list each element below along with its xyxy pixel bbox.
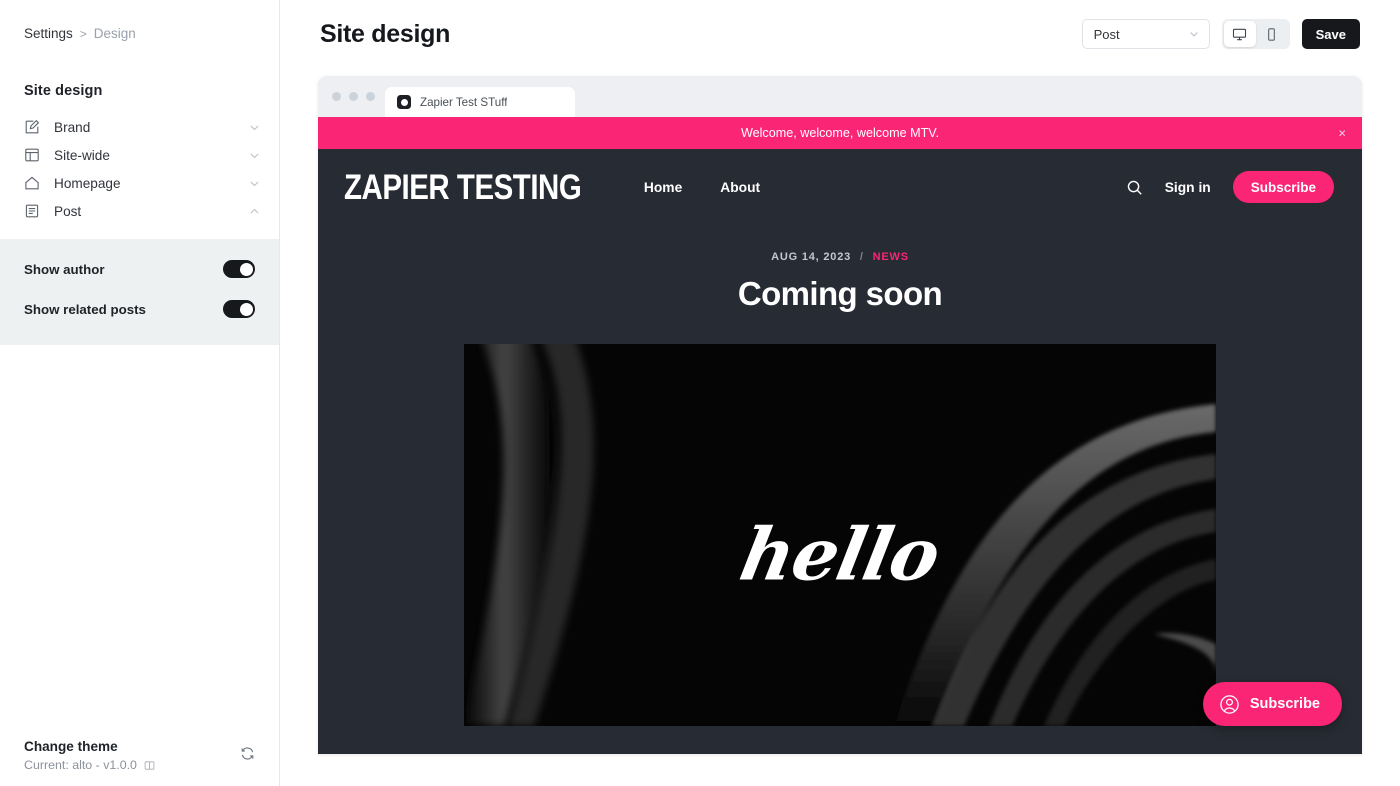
refresh-icon[interactable]	[239, 745, 256, 762]
site-nav: Home About	[644, 180, 1126, 195]
floating-subscribe-label: Subscribe	[1249, 696, 1320, 712]
post-meta: AUG 14, 2023 / NEWS	[318, 251, 1362, 263]
top-toolbar: Site design Post Save	[280, 0, 1400, 68]
post-tag[interactable]: NEWS	[873, 251, 909, 263]
pencil-square-icon	[24, 119, 40, 135]
chevron-up-icon	[248, 205, 261, 218]
subscribe-button[interactable]: Subscribe	[1232, 171, 1334, 203]
sidebar-item-site-wide-label: Site-wide	[54, 147, 110, 163]
toggle-row-show-related-posts: Show related posts	[0, 289, 279, 329]
page-type-select-value: Post	[1093, 26, 1120, 42]
document-icon	[24, 203, 40, 219]
show-author-toggle[interactable]	[223, 260, 255, 278]
site-header: ZAPIER TESTING Home About Sign in Subscr…	[318, 149, 1362, 225]
search-icon[interactable]	[1126, 179, 1143, 196]
site-preview-frame: Zapier Test STuff Welcome, welcome, welc…	[318, 76, 1362, 754]
sidebar-item-brand-label: Brand	[54, 119, 91, 135]
circle-favicon-icon	[397, 95, 411, 109]
chevron-down-icon	[248, 121, 261, 134]
breadcrumb: Settings > Design	[0, 0, 279, 41]
main-area: Site design Post Save Zapier Test STuff …	[280, 0, 1400, 786]
sidebar-item-site-wide[interactable]: Site-wide	[0, 141, 279, 169]
post-options-panel: Show author Show related posts	[0, 239, 279, 345]
site-nav-home[interactable]: Home	[644, 180, 682, 195]
chevron-down-icon	[248, 149, 261, 162]
user-circle-icon	[1219, 694, 1240, 715]
sidebar-title: Site design	[24, 83, 103, 99]
post-hero-image: hello	[464, 344, 1216, 726]
current-theme-label: Current: alto - v1.0.0	[24, 758, 137, 772]
toggle-row-show-author: Show author	[0, 249, 279, 289]
current-theme-row: Current: alto - v1.0.0	[24, 758, 239, 772]
chevron-down-icon	[248, 177, 261, 190]
post-meta-separator: /	[859, 251, 864, 263]
sidebar-item-post-label: Post	[54, 203, 82, 219]
site-logo[interactable]: ZAPIER TESTING	[344, 167, 582, 208]
viewport-toggle-group	[1221, 19, 1290, 49]
mobile-icon[interactable]	[1256, 21, 1288, 47]
show-related-posts-toggle[interactable]	[223, 300, 255, 318]
browser-tab-title: Zapier Test STuff	[420, 95, 508, 109]
desktop-icon[interactable]	[1223, 21, 1256, 47]
toggle-knob	[239, 262, 253, 276]
site-header-actions: Sign in Subscribe	[1126, 171, 1334, 203]
announcement-message: Welcome, welcome, welcome MTV.	[740, 126, 940, 140]
theme-text: Change theme Current: alto - v1.0.0	[24, 739, 239, 772]
show-related-posts-label: Show related posts	[24, 301, 146, 317]
hero-word: hello	[733, 511, 947, 597]
save-button[interactable]: Save	[1301, 19, 1360, 49]
sidebar-item-brand[interactable]: Brand	[0, 113, 279, 141]
sidebar-item-homepage[interactable]: Homepage	[0, 169, 279, 197]
site-viewport: Welcome, welcome, welcome MTV. × ZAPIER …	[318, 117, 1362, 754]
sidebar: Settings > Design Site design Brand Site…	[0, 0, 280, 786]
toolbar-actions: Post Save	[1081, 19, 1360, 49]
sign-in-link[interactable]: Sign in	[1165, 180, 1211, 195]
change-theme-section: Change theme Current: alto - v1.0.0	[0, 739, 280, 772]
home-icon	[24, 175, 40, 191]
post-title: Coming soon	[737, 275, 943, 312]
post-date: AUG 14, 2023	[771, 251, 852, 263]
announcement-bar: Welcome, welcome, welcome MTV. ×	[318, 117, 1362, 149]
layout-icon	[24, 147, 40, 163]
window-dot-minimize[interactable]	[349, 92, 358, 101]
browser-chrome: Zapier Test STuff	[318, 76, 1362, 117]
app-root: Settings > Design Site design Brand Site…	[0, 0, 1400, 786]
page-type-select[interactable]: Post	[1081, 19, 1210, 49]
chevron-down-icon	[1188, 28, 1200, 40]
breadcrumb-settings[interactable]: Settings	[24, 26, 73, 41]
sidebar-item-post[interactable]: Post	[0, 197, 279, 225]
browser-tab[interactable]: Zapier Test STuff	[385, 87, 575, 117]
show-author-label: Show author	[24, 261, 105, 277]
sidebar-item-homepage-label: Homepage	[54, 175, 121, 191]
window-dot-maximize[interactable]	[366, 92, 375, 101]
change-theme-title[interactable]: Change theme	[24, 739, 239, 754]
floating-subscribe-button[interactable]: Subscribe	[1202, 682, 1342, 726]
breadcrumb-design[interactable]: Design	[94, 26, 136, 41]
page-title: Site design	[320, 19, 451, 48]
book-icon[interactable]	[144, 760, 155, 771]
site-nav-about[interactable]: About	[720, 180, 760, 195]
window-dot-close[interactable]	[332, 92, 341, 101]
breadcrumb-separator: >	[79, 26, 87, 41]
close-icon[interactable]: ×	[1338, 127, 1346, 140]
window-controls	[330, 76, 385, 117]
toggle-knob	[239, 302, 253, 316]
